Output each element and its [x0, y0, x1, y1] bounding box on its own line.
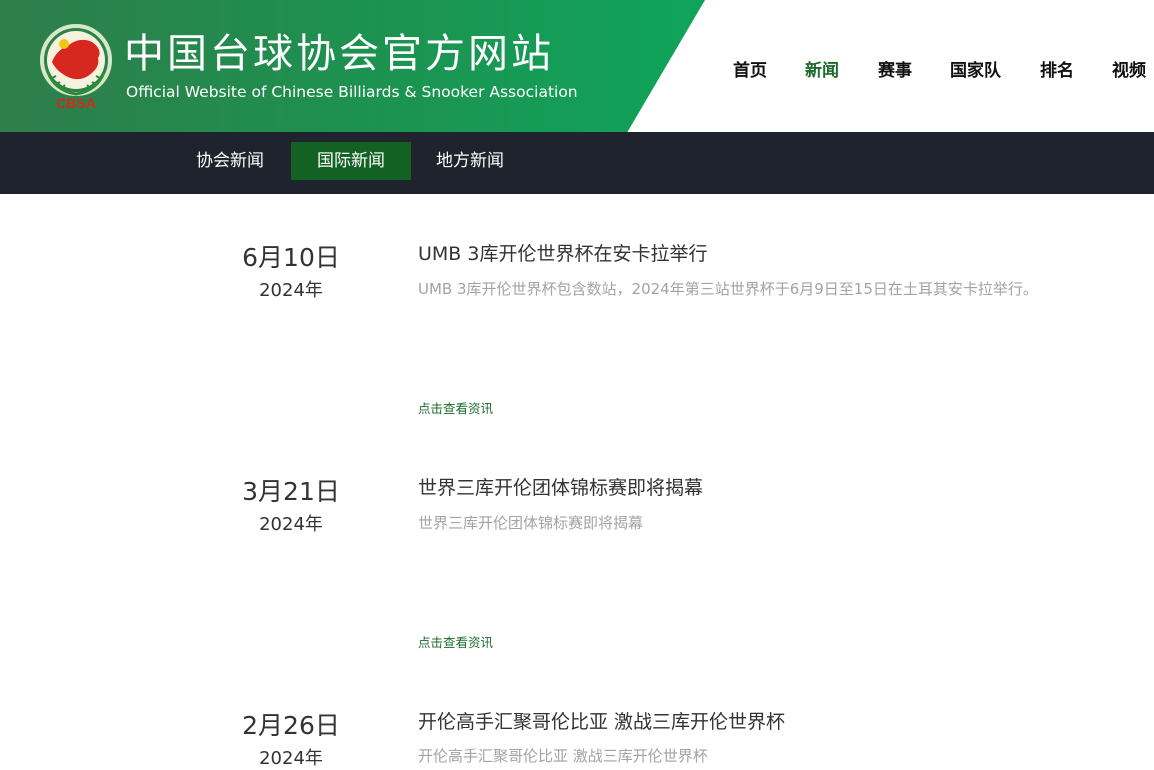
read-more-link[interactable]: 点击查看资讯	[418, 632, 493, 651]
tab-local-news[interactable]: 地方新闻	[422, 142, 518, 180]
header-banner: CBSA 中国台球协会官方网站 Official Website of Chin…	[0, 0, 705, 132]
news-description: 世界三库开伦团体锦标赛即将揭幕	[418, 514, 644, 532]
tab-association-news[interactable]: 协会新闻	[182, 142, 278, 180]
news-date-day: 6月10日	[242, 243, 340, 272]
nav-rankings[interactable]: 排名	[1040, 56, 1074, 81]
cbsa-logo[interactable]: CBSA	[38, 22, 114, 112]
news-title[interactable]: UMB 3库开伦世界杯在安卡拉举行	[418, 239, 707, 266]
news-date-day: 3月21日	[242, 477, 340, 506]
site-title: 中国台球协会官方网站	[124, 31, 554, 77]
news-title[interactable]: 开伦高手汇聚哥伦比亚 激战三库开伦世界杯	[418, 707, 785, 734]
site-subtitle: Official Website of Chinese Billiards & …	[126, 83, 578, 101]
site-header: CBSA 中国台球协会官方网站 Official Website of Chin…	[0, 0, 1154, 132]
read-more-link[interactable]: 点击查看资讯	[418, 398, 493, 417]
nav-news[interactable]: 新闻	[805, 56, 839, 81]
news-title[interactable]: 世界三库开伦团体锦标赛即将揭幕	[418, 473, 703, 500]
nav-videos[interactable]: 视频	[1112, 56, 1146, 81]
logo-text: CBSA	[56, 95, 96, 111]
news-date-year: 2024年	[259, 514, 323, 535]
sub-nav: 协会新闻 国际新闻 地方新闻	[0, 132, 1154, 194]
nav-national-team[interactable]: 国家队	[950, 56, 1001, 81]
news-date-year: 2024年	[259, 748, 323, 769]
news-description: UMB 3库开伦世界杯包含数站，2024年第三站世界杯于6月9日至15日在土耳其…	[418, 280, 1038, 298]
tab-international-news[interactable]: 国际新闻	[291, 142, 411, 180]
nav-home[interactable]: 首页	[733, 56, 767, 81]
nav-events[interactable]: 赛事	[878, 56, 912, 81]
news-date-year: 2024年	[259, 280, 323, 301]
news-date-day: 2月26日	[242, 711, 340, 740]
news-description: 开伦高手汇聚哥伦比亚 激战三库开伦世界杯	[418, 747, 708, 765]
